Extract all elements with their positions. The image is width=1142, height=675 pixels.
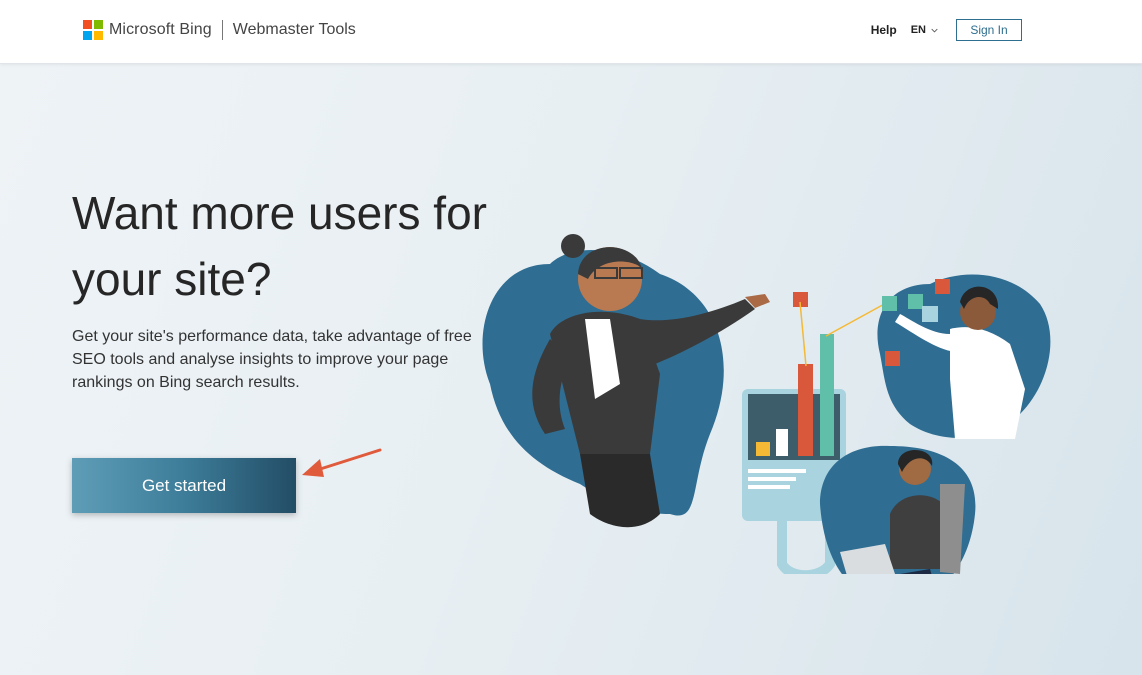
get-started-button[interactable]: Get started	[72, 458, 296, 513]
brand[interactable]: Microsoft Bing Webmaster Tools	[83, 19, 356, 41]
brand-divider	[221, 20, 223, 40]
brand-name: Microsoft Bing	[109, 21, 212, 38]
hero-subtext: Get your site's performance data, take a…	[72, 328, 472, 391]
language-selector[interactable]: EN	[911, 24, 938, 36]
product-name: Webmaster Tools	[232, 21, 356, 38]
analytics-illustration	[482, 234, 1051, 574]
microsoft-logo-icon	[83, 20, 103, 40]
header-nav: Help EN Sign In	[871, 18, 1022, 42]
sign-in-button[interactable]: Sign In	[956, 19, 1022, 41]
language-label: EN	[910, 24, 926, 36]
pointer-arrow-icon	[302, 448, 382, 477]
hero-section: Want more users for your site? Get your …	[0, 64, 1142, 675]
help-link[interactable]: Help	[871, 23, 897, 37]
chevron-down-icon	[931, 28, 938, 33]
hero-headline: Want more users for your site?	[72, 187, 487, 305]
top-header: Microsoft Bing Webmaster Tools Help EN S…	[0, 0, 1142, 64]
